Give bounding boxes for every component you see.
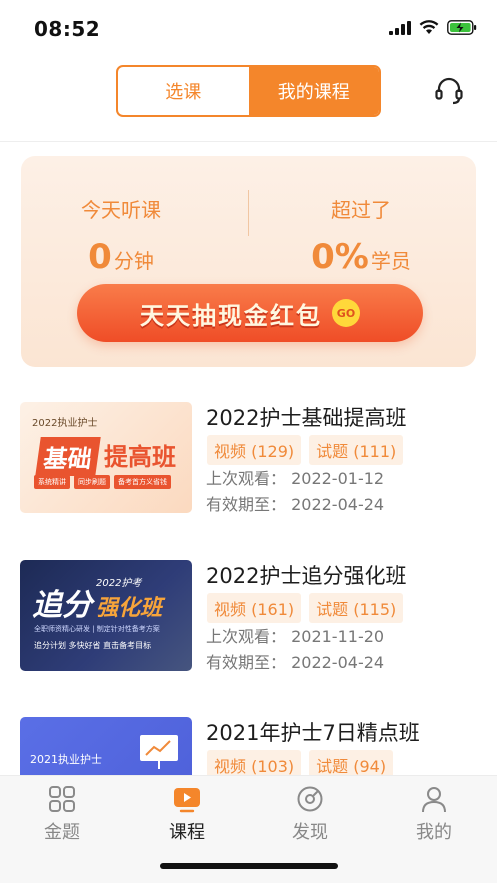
home-indicator[interactable] <box>160 863 338 869</box>
course-item[interactable]: 2022执业护士 基础 提高班 系统精讲 同步刷题 备考首方义省钱 2022护士… <box>0 380 497 514</box>
thumb-title-a: 基础 <box>35 437 101 476</box>
quiz-count-tag[interactable]: 试题 (111) <box>309 435 404 465</box>
course-thumbnail: 2022执业护士 基础 提高班 系统精讲 同步刷题 备考首方义省钱 <box>20 402 192 513</box>
quiz-count-tag[interactable]: 试题 (94) <box>309 750 394 775</box>
status-time: 08:52 <box>34 17 101 41</box>
tab-select-course[interactable]: 选课 <box>118 67 249 115</box>
tab-my-courses[interactable]: 我的课程 <box>248 67 379 115</box>
tab-label: 金题 <box>44 822 80 843</box>
tab-label: 发现 <box>292 822 328 843</box>
expiry-date: 有效期至： 2022-04-24 <box>206 495 385 514</box>
tab-courses[interactable]: 课程 <box>147 784 227 844</box>
wifi-icon <box>419 20 439 34</box>
thumb-pill: 同步刷题 <box>74 475 110 489</box>
video-count-tag[interactable]: 视频 (103) <box>207 750 302 775</box>
course-tags: 视频 (103) 试题 (94) <box>207 750 394 775</box>
thumb-caption: 2022执业护士 <box>32 418 98 429</box>
quiz-count-tag[interactable]: 试题 (115) <box>309 593 404 623</box>
course-thumbnail: 2021执业护士 <box>20 717 192 775</box>
beat-value: 0% 学员 <box>261 237 461 277</box>
thumb-title-b: 强化班 <box>96 596 163 621</box>
tab-discover[interactable]: 发现 <box>270 784 350 844</box>
thumb-subline-2: 追分计划 多快好省 直击备考目标 <box>34 641 152 650</box>
tab-label: 我的 <box>416 822 452 843</box>
today-study-value: 0 分钟 <box>21 237 221 277</box>
thumb-pill: 备考首方义省钱 <box>114 475 171 489</box>
course-segmented-control: 选课 我的课程 <box>116 65 381 117</box>
thumb-pills: 系统精讲 同步刷题 备考首方义省钱 <box>34 475 171 489</box>
presentation-board-icon <box>140 735 178 769</box>
headset-icon[interactable] <box>433 75 465 107</box>
thumb-title-b: 提高班 <box>104 443 176 471</box>
thumb-subline: 全职师资精心研发 | 制定针对性备考方案 <box>34 625 160 633</box>
course-item[interactable]: 2022护考 追分 强化班 全职师资精心研发 | 制定针对性备考方案 追分计划 … <box>0 538 497 672</box>
last-watched: 上次观看： 2021-11-20 <box>206 627 385 646</box>
status-bar: 08:52 <box>0 0 497 60</box>
video-count-tag[interactable]: 视频 (161) <box>207 593 302 623</box>
beat-label: 超过了 <box>331 198 391 222</box>
stats-divider <box>248 190 249 236</box>
beat-number: 0% <box>311 237 369 277</box>
today-study-stat: 今天听课 0 分钟 <box>21 194 221 277</box>
study-stats-card: 今天听课 0 分钟 超过了 0% 学员 天天抽现金红包 GO <box>21 156 476 367</box>
compass-icon <box>297 786 323 812</box>
thumb-title-a: 追分 <box>32 588 92 623</box>
person-icon <box>422 787 446 813</box>
tab-label: 课程 <box>169 822 205 843</box>
video-count-tag[interactable]: 视频 (129) <box>207 435 302 465</box>
beat-unit: 学员 <box>370 249 411 273</box>
course-item[interactable]: 2021执业护士 2021年护士7日精点班 视频 (103) 试题 (94) <box>0 695 497 775</box>
status-icons <box>389 20 477 35</box>
course-title: 2021年护士7日精点班 <box>206 721 420 745</box>
expiry-date: 有效期至： 2022-04-24 <box>206 653 385 672</box>
cash-red-packet-label: 天天抽现金红包 <box>140 301 322 330</box>
today-study-unit: 分钟 <box>113 249 154 273</box>
today-study-label: 今天听课 <box>81 198 161 222</box>
course-tags: 视频 (161) 试题 (115) <box>207 593 404 623</box>
course-title: 2022护士追分强化班 <box>206 564 407 588</box>
thumb-caption: 2022护考 <box>96 578 142 589</box>
grid-icon <box>49 786 75 812</box>
beat-percent-stat: 超过了 0% 学员 <box>261 194 461 277</box>
course-list: 2022执业护士 基础 提高班 系统精讲 同步刷题 备考首方义省钱 2022护士… <box>0 380 497 775</box>
course-title: 2022护士基础提高班 <box>206 406 407 430</box>
cash-red-packet-button[interactable]: 天天抽现金红包 GO <box>77 284 423 342</box>
battery-charging-icon <box>447 20 477 35</box>
course-tags: 视频 (129) 试题 (111) <box>207 435 404 465</box>
thumb-caption: 2021执业护士 <box>30 753 102 766</box>
today-study-number: 0 <box>88 237 112 277</box>
header: 选课 我的课程 <box>0 60 497 142</box>
tab-me[interactable]: 我的 <box>394 784 474 844</box>
signal-icon <box>389 20 411 35</box>
thumb-pill: 系统精讲 <box>34 475 70 489</box>
go-badge-icon: GO <box>332 299 360 327</box>
tab-questions[interactable]: 金题 <box>22 784 102 844</box>
play-screen-icon <box>174 788 200 813</box>
course-thumbnail: 2022护考 追分 强化班 全职师资精心研发 | 制定针对性备考方案 追分计划 … <box>20 560 192 671</box>
last-watched: 上次观看： 2022-01-12 <box>206 469 385 488</box>
